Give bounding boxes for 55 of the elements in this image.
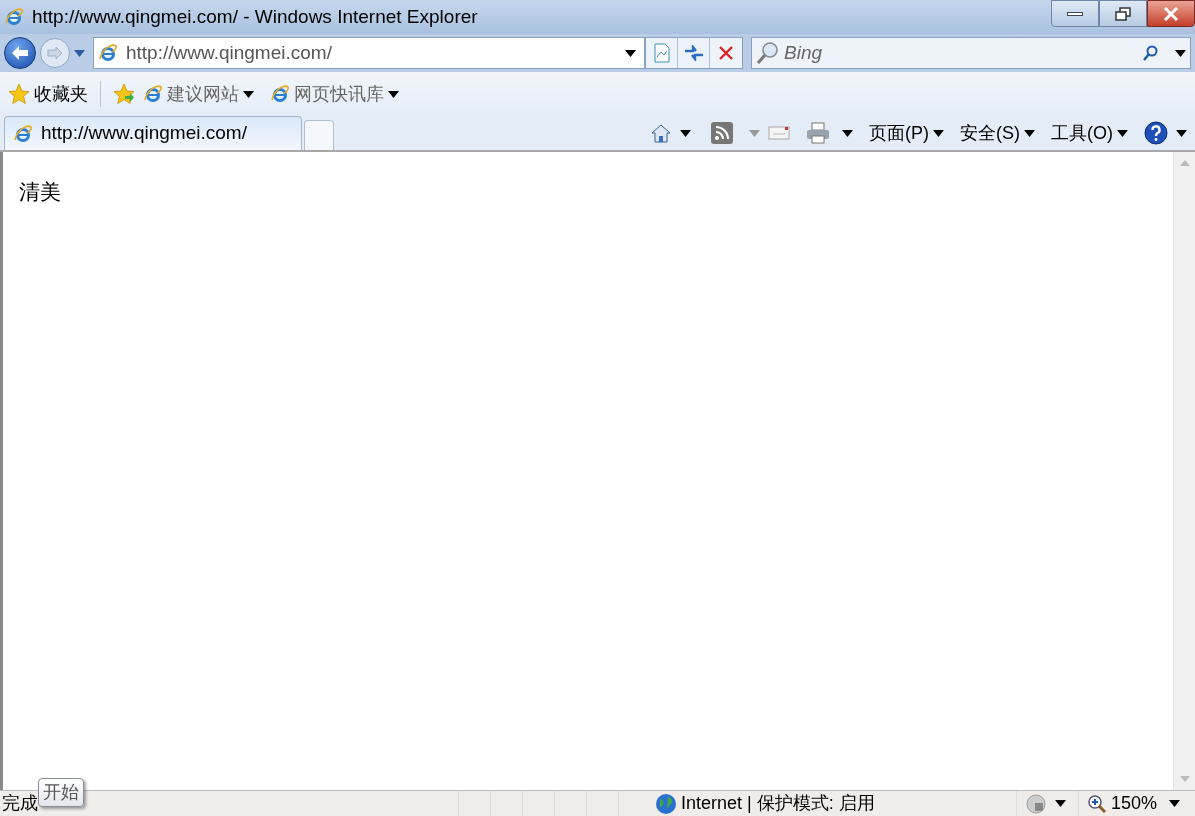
help-icon[interactable] xyxy=(1144,121,1168,145)
search-bar[interactable]: Bing xyxy=(751,37,1191,69)
command-menu[interactable]: 工具(O) xyxy=(1051,119,1128,147)
caret-icon[interactable] xyxy=(1117,129,1128,137)
search-icon xyxy=(756,41,780,65)
globe-icon xyxy=(655,792,677,815)
ie-logo-icon xyxy=(98,43,118,63)
security-zone[interactable]: Internet | 保护模式: 启用 xyxy=(681,790,875,816)
caret-icon[interactable] xyxy=(625,49,636,57)
close-button[interactable] xyxy=(1147,0,1195,27)
caret-icon[interactable] xyxy=(842,129,853,137)
minimize-button[interactable] xyxy=(1051,0,1099,27)
close-icon xyxy=(718,45,734,61)
search-icon[interactable] xyxy=(1143,45,1159,61)
caret-icon[interactable] xyxy=(1176,129,1187,137)
ie-logo-icon xyxy=(4,7,24,27)
zoom-icon xyxy=(1087,793,1107,814)
ie-logo-icon xyxy=(13,123,33,144)
tooltip: 开始 xyxy=(38,778,84,807)
caret-icon[interactable] xyxy=(243,90,254,98)
caret-icon[interactable] xyxy=(1169,800,1180,807)
mail-icon[interactable] xyxy=(768,125,790,141)
command-menu[interactable]: 安全(S) xyxy=(960,119,1035,147)
restore-icon xyxy=(1115,6,1131,21)
zoom-control[interactable]: 150% xyxy=(1078,791,1188,816)
command-menu[interactable]: 页面(P) xyxy=(869,119,944,147)
ie-logo-icon xyxy=(143,84,163,104)
printer-icon[interactable] xyxy=(806,122,830,144)
window-title: http://www.qingmei.com/ - Windows Internet Explorer xyxy=(32,4,478,29)
favorites-link[interactable]: 建议网站 xyxy=(143,80,254,108)
favorites-link[interactable]: 网页快讯库 xyxy=(270,80,399,108)
caret-icon[interactable] xyxy=(1175,49,1186,57)
ie-logo-icon xyxy=(270,84,290,104)
page-icon xyxy=(653,43,670,63)
add-favorite-icon[interactable] xyxy=(113,83,135,105)
caret-icon[interactable] xyxy=(1024,129,1035,137)
refresh-icon xyxy=(683,45,704,61)
status-text: 完成 xyxy=(1,792,38,815)
caret-icon[interactable] xyxy=(1055,800,1066,807)
page-text: 清美 xyxy=(19,180,61,203)
restore-button[interactable] xyxy=(1099,0,1147,27)
forward-arrow-icon xyxy=(47,46,63,60)
caret-icon[interactable] xyxy=(933,129,944,137)
browser-tab[interactable]: http://www.qingmei.com/ xyxy=(4,116,302,150)
back-arrow-icon xyxy=(11,45,29,61)
back-button[interactable] xyxy=(4,37,36,69)
address-field[interactable]: http://www.qingmei.com/ xyxy=(93,37,645,69)
caret-icon[interactable] xyxy=(388,90,399,98)
close-icon xyxy=(1163,6,1179,21)
star-icon[interactable] xyxy=(8,83,30,105)
search-field[interactable]: Bing xyxy=(784,38,1139,68)
rss-feed-icon[interactable] xyxy=(711,122,733,144)
home-icon[interactable] xyxy=(650,122,672,144)
favorites-button[interactable]: 收藏夹 xyxy=(8,80,88,108)
caret-icon[interactable] xyxy=(680,129,691,137)
